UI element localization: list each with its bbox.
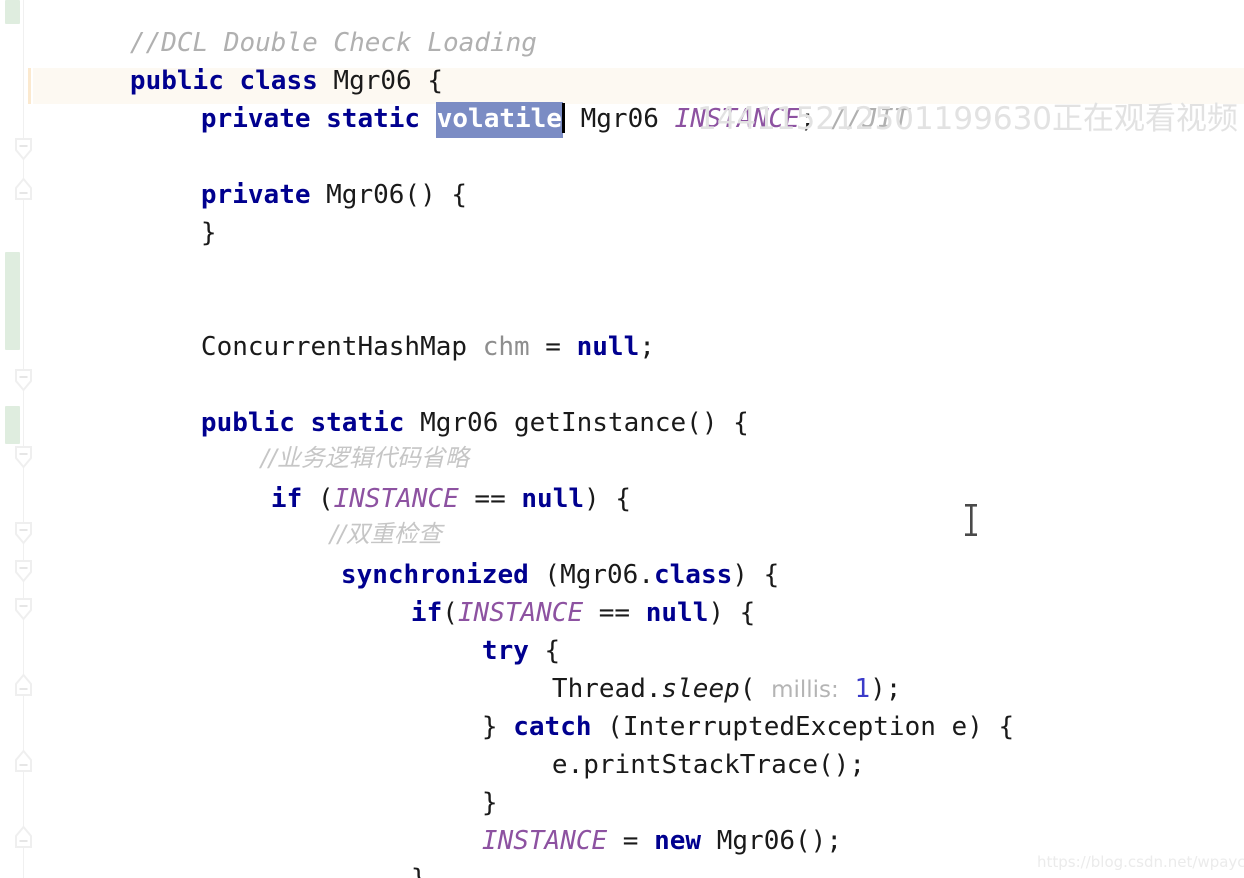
code-line[interactable]: } — [388, 746, 498, 818]
code-line[interactable]: } — [317, 822, 427, 878]
code-editor[interactable]: //DCL Double Check Loading public class … — [0, 0, 1244, 878]
close-paren-brace: ) { — [708, 598, 756, 628]
code-line[interactable]: public class Mgr06 { — [36, 24, 443, 96]
code-line[interactable]: e.printStackTrace(); — [458, 708, 865, 780]
constructor-call-mgr06: Mgr06(); — [701, 826, 842, 856]
code-line[interactable]: //双重检查 — [243, 477, 442, 548]
i-beam-cursor-icon — [962, 503, 980, 537]
call-printstacktrace: e.printStackTrace(); — [551, 750, 865, 780]
keyword-private: private — [200, 104, 311, 134]
closing-brace: } — [411, 864, 427, 878]
equality-operator: == — [458, 484, 522, 514]
assign-operator: = — [607, 826, 655, 856]
keyword-static: static — [326, 104, 421, 134]
keyword-null: null — [521, 484, 585, 514]
code-line[interactable]: ConcurrentHashMap chm = null; — [107, 290, 655, 362]
code-line[interactable]: if (INSTANCE == null) { — [177, 442, 631, 514]
code-line[interactable]: } — [107, 176, 217, 248]
close-paren-brace: ) { — [584, 484, 631, 514]
constructor-mgr06: Mgr06() { — [310, 180, 468, 210]
selected-keyword-volatile[interactable]: volatile — [435, 102, 563, 138]
code-line[interactable]: //业务逻辑代码省略 — [174, 401, 469, 472]
keyword-new: new — [654, 826, 702, 856]
code-line[interactable]: private Mgr06() { — [107, 138, 467, 210]
keyword-null: null — [576, 332, 640, 362]
field-instance: INSTANCE — [481, 826, 608, 856]
code-line[interactable]: INSTANCE = new Mgr06(); — [388, 784, 842, 856]
code-line[interactable]: synchronized (Mgr06.class) { — [247, 518, 779, 590]
closing-brace: } — [200, 218, 217, 248]
code-line[interactable]: if(INSTANCE == null) { — [317, 556, 755, 628]
keyword-private: private — [200, 180, 311, 210]
viewer-watermark: 144115212501199630正在观看视频 — [697, 101, 1239, 137]
code-line[interactable]: try { — [388, 594, 560, 666]
csdn-url-watermark: https://blog.csdn.net/wpaycn — [1037, 853, 1244, 871]
code-line[interactable]: public static Mgr06 getInstance() { — [107, 366, 749, 438]
type-concurrenthashmap: ConcurrentHashMap — [200, 332, 483, 362]
code-line[interactable]: Thread.sleep( millis: 1); — [458, 632, 902, 704]
code-line[interactable]: } catch (InterruptedException e) { — [388, 670, 1014, 742]
code-line[interactable]: Mgr06 = INSTANCE — [36, 860, 412, 878]
type-mgr06: Mgr06 — [564, 104, 675, 134]
code-line[interactable]: //DCL Double Check Loading — [36, 0, 537, 58]
equality-operator: == — [583, 598, 646, 628]
variable-chm: chm — [482, 332, 530, 362]
assign-operator: = — [529, 332, 577, 362]
semicolon: ; — [639, 332, 655, 362]
keyword-null: null — [645, 598, 709, 628]
